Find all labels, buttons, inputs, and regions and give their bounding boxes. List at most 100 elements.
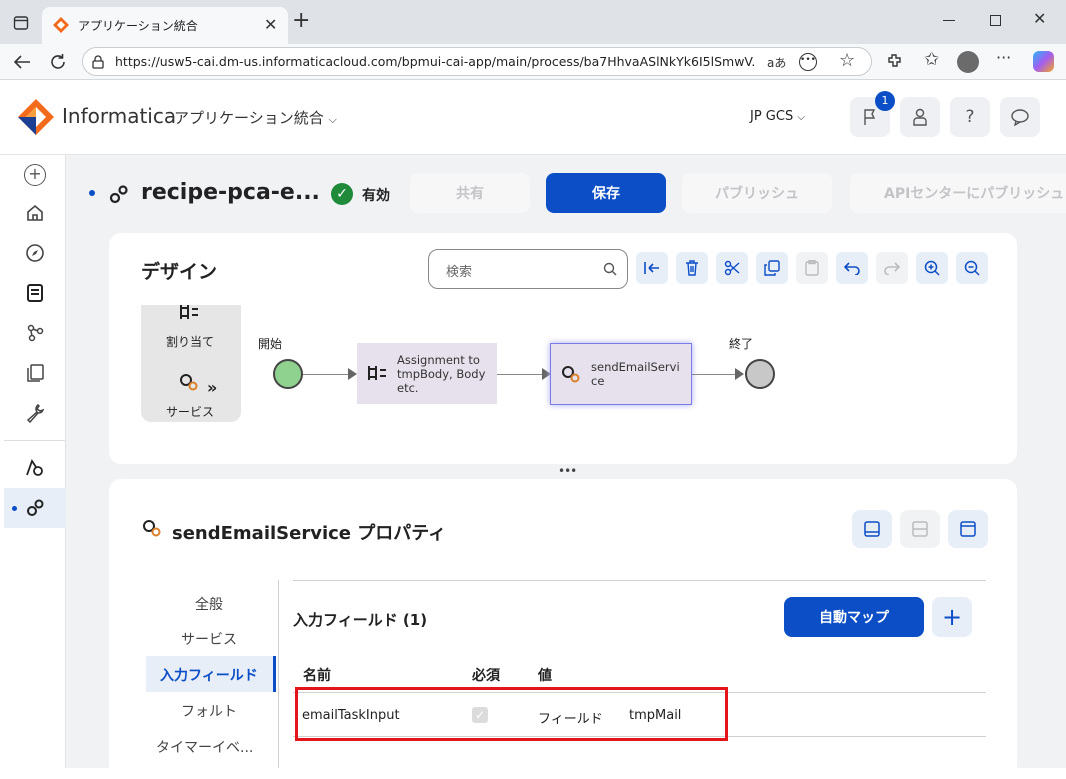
publish-button[interactable]: パブリッシュ: [682, 173, 832, 213]
user-button[interactable]: [900, 97, 940, 137]
profile-avatar[interactable]: [957, 51, 979, 73]
nav-timer-events[interactable]: タイマーイベ...: [156, 737, 253, 757]
wrench-icon: [26, 404, 45, 423]
notification-badge: 1: [875, 91, 895, 111]
reader-mode-icon[interactable]: aあ: [767, 54, 786, 71]
home-button[interactable]: [4, 193, 66, 233]
informatica-logo-icon[interactable]: [17, 98, 55, 136]
zoom-out-button[interactable]: [956, 252, 988, 284]
app-header: Informatica アプリケーション統合 ⌵ JP GCS ⌵ 1 ?: [0, 80, 1066, 155]
copy-button[interactable]: [756, 252, 788, 284]
back-icon[interactable]: [9, 49, 35, 75]
split-view-icon: [912, 521, 928, 537]
compass-icon: [26, 244, 44, 262]
design-title: デザイン: [141, 261, 218, 283]
favorites-icon[interactable]: ✩: [924, 49, 939, 70]
product-switcher[interactable]: アプリケーション統合 ⌵: [174, 107, 337, 128]
notifications-button[interactable]: 1: [850, 91, 895, 137]
lock-icon[interactable]: [92, 55, 104, 69]
brand-name: Informatica: [62, 104, 177, 128]
new-asset-button[interactable]: +: [4, 155, 66, 195]
process-tools-button[interactable]: [4, 448, 66, 488]
left-rail: +: [4, 155, 66, 768]
send-email-service-node[interactable]: sendEmailService: [550, 343, 692, 405]
zoom-in-button[interactable]: [916, 252, 948, 284]
service-gears-icon: [27, 499, 44, 516]
palette-assign-label[interactable]: 割り当て: [166, 333, 214, 350]
align-left-button[interactable]: [636, 252, 668, 284]
chevron-down-icon: ⌵: [328, 113, 337, 126]
scissors-icon: [724, 260, 740, 276]
arrowhead-1: [348, 368, 357, 380]
properties-gears-icon: [141, 518, 163, 538]
undo-button[interactable]: [836, 252, 868, 284]
copilot-icon[interactable]: [1033, 51, 1054, 72]
flag-icon: [864, 109, 876, 125]
palette-service-label[interactable]: サービス: [166, 403, 214, 420]
informatica-favicon-icon: [53, 17, 69, 33]
product-name: アプリケーション統合: [174, 109, 324, 127]
palette-assign-icon[interactable]: [178, 303, 200, 321]
browser-tab[interactable]: アプリケーション統合 ✕: [42, 7, 288, 44]
close-window-button[interactable]: ✕: [1033, 11, 1046, 27]
cut-button[interactable]: [716, 252, 748, 284]
user-icon: [913, 108, 927, 126]
address-bar[interactable]: https://usw5-cai.dm-us.informaticacloud.…: [82, 47, 872, 76]
org-switcher[interactable]: JP GCS ⌵: [750, 109, 805, 124]
process-gears-icon: [108, 183, 130, 205]
publish-api-center-button[interactable]: APIセンターにパブリッシュ: [850, 173, 1066, 213]
admin-button[interactable]: [4, 393, 66, 433]
nav-fault[interactable]: フォルト: [181, 701, 237, 721]
panel-resize-handle[interactable]: •••: [558, 464, 577, 478]
plus-icon: +: [941, 603, 963, 631]
tab-close-icon[interactable]: ✕: [264, 17, 277, 33]
explore-button[interactable]: [4, 233, 66, 273]
status-check-icon: ✓: [331, 183, 353, 205]
maximize-panel-button[interactable]: [948, 510, 988, 548]
delete-button[interactable]: [676, 252, 708, 284]
more-tools-icon[interactable]: •••: [799, 53, 817, 71]
favorite-star-icon[interactable]: ☆: [839, 50, 855, 71]
trash-icon: [686, 260, 698, 276]
search-icon: [603, 262, 617, 276]
paste-button[interactable]: [796, 252, 828, 284]
library-button[interactable]: [4, 353, 66, 393]
connector-assignment-service: [497, 374, 545, 375]
new-tab-icon[interactable]: +: [292, 9, 310, 33]
palette-service-icon[interactable]: [178, 372, 200, 392]
minimize-button[interactable]: [943, 20, 955, 21]
connector-service-end: [692, 374, 738, 375]
tab-actions-icon[interactable]: [8, 10, 34, 36]
end-node[interactable]: [745, 359, 775, 389]
chat-icon: [1011, 109, 1029, 126]
redo-button[interactable]: [876, 252, 908, 284]
service-node-label: sendEmailService: [591, 360, 680, 388]
arrowhead-3: [735, 368, 744, 380]
open-process-tab[interactable]: [4, 488, 66, 528]
save-button[interactable]: 保存: [546, 173, 666, 213]
connections-button[interactable]: [4, 313, 66, 353]
assignment-node[interactable]: Assignment to tmpBody, Body etc.: [357, 343, 497, 404]
nav-general[interactable]: 全般: [195, 594, 223, 614]
more-menu-icon[interactable]: ···: [996, 48, 1011, 67]
monitor-button[interactable]: [4, 273, 66, 313]
dock-bottom-button[interactable]: [852, 510, 892, 548]
add-field-button[interactable]: +: [932, 597, 972, 637]
canvas-search-input[interactable]: 検索: [428, 249, 628, 289]
plus-icon: +: [24, 164, 46, 186]
share-button[interactable]: 共有: [410, 173, 530, 213]
auto-map-button[interactable]: 自動マップ: [784, 597, 924, 637]
palette-expand-icon[interactable]: »: [207, 378, 217, 397]
maximize-button[interactable]: [990, 15, 1001, 26]
org-chevron-icon: ⌵: [797, 112, 805, 123]
library-icon: [27, 364, 44, 382]
start-node[interactable]: [273, 359, 303, 389]
reload-icon[interactable]: [45, 49, 71, 75]
properties-nav-divider: [278, 580, 279, 768]
nav-service[interactable]: サービス: [181, 629, 237, 649]
chat-button[interactable]: [1000, 97, 1040, 137]
help-button[interactable]: ?: [950, 97, 990, 137]
split-view-button[interactable]: [900, 510, 940, 548]
extensions-icon[interactable]: [886, 52, 904, 70]
process-name[interactable]: recipe-pca-e...: [141, 180, 320, 205]
